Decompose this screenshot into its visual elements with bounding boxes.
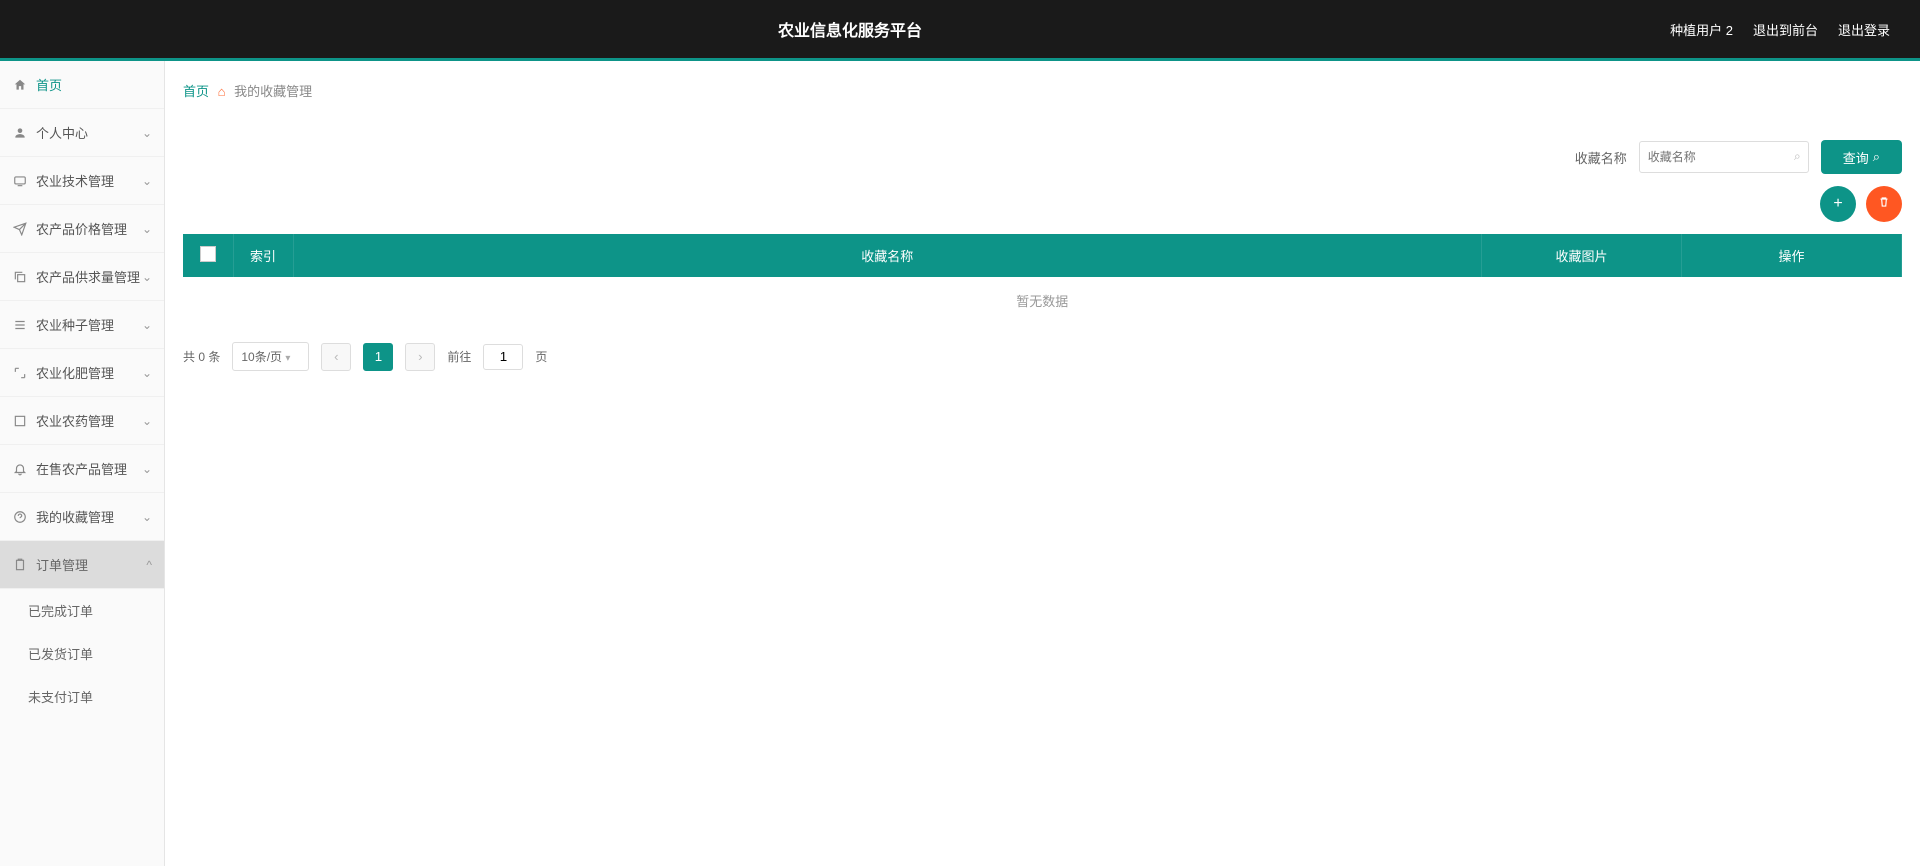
breadcrumb-home[interactable]: 首页: [183, 84, 209, 99]
trash-icon: [1877, 195, 1891, 214]
to-front-link[interactable]: 退出到前台: [1753, 20, 1818, 39]
sidebar-item-orders[interactable]: 订单管理: [0, 541, 164, 589]
sidebar-item-fertilizer[interactable]: 农业化肥管理: [0, 349, 164, 397]
pagination: 共 0 条 10条/页 ▾ ‹ 1 › 前往 页: [183, 342, 1902, 371]
sidebar-label: 农业种子管理: [36, 315, 114, 334]
empty-text: 暂无数据: [183, 277, 1902, 324]
home-crumb-icon: ⌂: [218, 84, 226, 99]
col-checkbox: [183, 234, 233, 277]
list-icon: [12, 317, 28, 333]
sub-item-done[interactable]: 已完成订单: [0, 589, 164, 632]
message-icon: [12, 173, 28, 189]
sidebar-item-personal[interactable]: 个人中心: [0, 109, 164, 157]
main-content: 首页 ⌂ 我的收藏管理 收藏名称 ⌕ 查询 ⌕ + 索引: [165, 61, 1920, 866]
sidebar-label: 农业农药管理: [36, 411, 114, 430]
sidebar-label: 我的收藏管理: [36, 507, 114, 526]
send-icon: [12, 221, 28, 237]
breadcrumb-current: 我的收藏管理: [234, 84, 312, 99]
app-title: 农业信息化服务平台: [30, 17, 1670, 41]
search-label: 收藏名称: [1575, 148, 1627, 167]
magnify-icon: ⌕: [1873, 149, 1880, 165]
bell-icon: [12, 461, 28, 477]
data-table: 索引 收藏名称 收藏图片 操作 暂无数据: [183, 234, 1902, 324]
plus-icon: +: [1833, 195, 1842, 213]
col-pic: 收藏图片: [1482, 234, 1682, 277]
chevron-down-icon: ▾: [285, 353, 290, 364]
sidebar: 首页 个人中心 农业技术管理 农产品价格管理 农产品供求量管理 农业种子管理 农…: [0, 61, 165, 866]
sidebar-label: 首页: [36, 75, 62, 94]
search-input[interactable]: [1639, 141, 1809, 173]
clipboard-icon: [12, 557, 28, 573]
sidebar-item-price[interactable]: 农产品价格管理: [0, 205, 164, 253]
sub-item-shipped[interactable]: 已发货订单: [0, 632, 164, 675]
query-button[interactable]: 查询 ⌕: [1821, 140, 1902, 174]
table-empty-row: 暂无数据: [183, 277, 1902, 324]
user-label[interactable]: 种植用户 2: [1670, 20, 1733, 39]
goto-input[interactable]: [483, 344, 523, 370]
sidebar-label: 农产品价格管理: [36, 219, 127, 238]
breadcrumb: 首页 ⌂ 我的收藏管理: [183, 71, 1902, 110]
sidebar-label: 订单管理: [36, 555, 88, 574]
home-icon: [12, 77, 28, 93]
sidebar-item-sale[interactable]: 在售农产品管理: [0, 445, 164, 493]
search-row: 收藏名称 ⌕ 查询 ⌕: [183, 140, 1902, 174]
add-button[interactable]: +: [1820, 186, 1856, 222]
header-bar: 农业信息化服务平台 种植用户 2 退出到前台 退出登录: [0, 0, 1920, 58]
col-index: 索引: [233, 234, 293, 277]
query-label: 查询: [1843, 148, 1869, 167]
help-icon: [12, 509, 28, 525]
sidebar-label: 农业技术管理: [36, 171, 114, 190]
logout-link[interactable]: 退出登录: [1838, 20, 1890, 39]
sidebar-item-pesticide[interactable]: 农业农药管理: [0, 397, 164, 445]
sidebar-label: 个人中心: [36, 123, 88, 142]
sidebar-label: 农业化肥管理: [36, 363, 114, 382]
goto-suffix: 页: [535, 348, 547, 365]
box-icon: [12, 413, 28, 429]
sidebar-item-seed[interactable]: 农业种子管理: [0, 301, 164, 349]
sidebar-item-tech[interactable]: 农业技术管理: [0, 157, 164, 205]
delete-button[interactable]: [1866, 186, 1902, 222]
copy-icon: [12, 269, 28, 285]
sidebar-label: 在售农产品管理: [36, 459, 127, 478]
page-size-select[interactable]: 10条/页 ▾: [232, 342, 309, 371]
sidebar-item-home[interactable]: 首页: [0, 61, 164, 109]
sidebar-item-favorites[interactable]: 我的收藏管理: [0, 493, 164, 541]
sidebar-item-supply[interactable]: 农产品供求量管理: [0, 253, 164, 301]
next-page-button[interactable]: ›: [405, 343, 435, 371]
col-op: 操作: [1682, 234, 1902, 277]
select-all-checkbox[interactable]: [200, 246, 216, 262]
goto-prefix: 前往: [447, 348, 471, 365]
sidebar-label: 农产品供求量管理: [36, 267, 140, 286]
action-row: +: [183, 186, 1902, 222]
header-actions: 种植用户 2 退出到前台 退出登录: [1670, 20, 1890, 39]
sub-item-unpaid[interactable]: 未支付订单: [0, 675, 164, 718]
search-icon: ⌕: [1794, 149, 1801, 164]
prev-page-button[interactable]: ‹: [321, 343, 351, 371]
page-1-button[interactable]: 1: [363, 343, 393, 371]
total-text: 共 0 条: [183, 348, 220, 365]
col-name: 收藏名称: [293, 234, 1482, 277]
user-icon: [12, 125, 28, 141]
expand-icon: [12, 365, 28, 381]
